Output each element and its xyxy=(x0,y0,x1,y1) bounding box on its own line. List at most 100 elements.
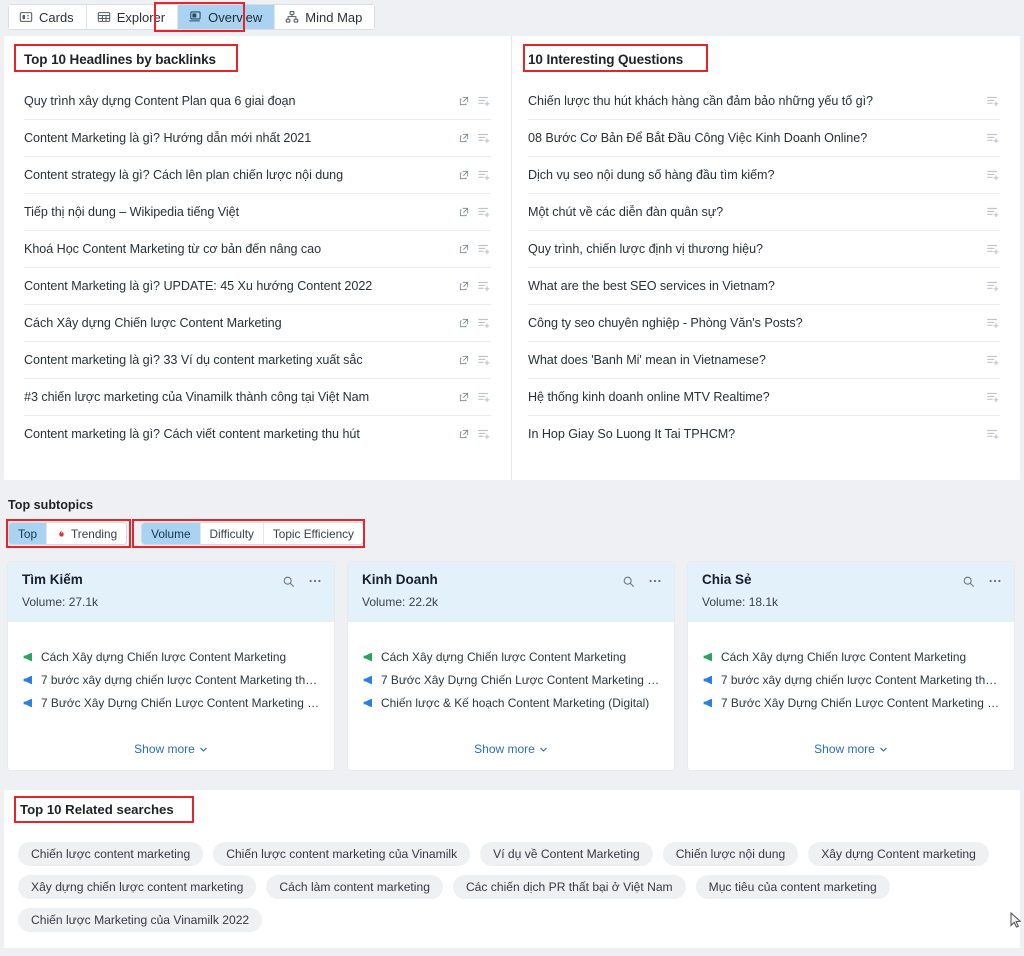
headline-link[interactable]: Quy trình xây dựng Content Plan qua 6 gi… xyxy=(24,94,454,108)
question-text[interactable]: Một chút về các diễn đàn quân sự? xyxy=(528,205,978,219)
headline-row[interactable]: Content marketing là gì? 33 Ví dụ conten… xyxy=(24,341,491,378)
search-icon[interactable] xyxy=(622,575,635,588)
keyword-item[interactable]: Cách Xây dựng Chiến lược Content Marketi… xyxy=(362,650,660,664)
add-to-list-icon[interactable] xyxy=(986,94,1000,108)
question-text[interactable]: In Hop Giay So Luong It Tai TPHCM? xyxy=(528,427,978,441)
add-to-list-icon[interactable] xyxy=(986,242,1000,256)
filter-topic-efficiency[interactable]: Topic Efficiency xyxy=(263,523,363,544)
question-row[interactable]: Chiến lược thu hút khách hàng cần đảm bả… xyxy=(528,82,1000,119)
related-search-chip[interactable]: Xây dựng chiến lược content marketing xyxy=(18,875,257,899)
related-search-chip[interactable]: Xây dựng Content marketing xyxy=(808,842,989,866)
question-row[interactable]: Quy trình, chiến lược định vị thương hiệ… xyxy=(528,230,1000,267)
question-text[interactable]: What are the best SEO services in Vietna… xyxy=(528,279,978,293)
show-more-button[interactable]: Show more xyxy=(362,742,660,770)
headline-link[interactable]: Khoá Học Content Marketing từ cơ bản đến… xyxy=(24,242,454,256)
add-to-list-icon[interactable] xyxy=(986,168,1000,182)
headline-link[interactable]: Cách Xây dựng Chiến lược Content Marketi… xyxy=(24,316,454,330)
question-row[interactable]: Một chút về các diễn đàn quân sự? xyxy=(528,193,1000,230)
question-row[interactable]: What are the best SEO services in Vietna… xyxy=(528,267,1000,304)
add-to-list-icon[interactable] xyxy=(986,316,1000,330)
filter-trending[interactable]: Trending xyxy=(47,523,127,544)
add-to-list-icon[interactable] xyxy=(986,205,1000,219)
filter-volume[interactable]: Volume xyxy=(142,523,201,544)
add-to-list-icon[interactable] xyxy=(477,94,491,108)
more-options-icon[interactable] xyxy=(648,574,662,588)
question-text[interactable]: 08 Bước Cơ Bản Để Bắt Đầu Công Việc Kinh… xyxy=(528,131,978,145)
add-to-list-icon[interactable] xyxy=(986,131,1000,145)
related-search-chip[interactable]: Chiến lược content marketing của Vinamil… xyxy=(213,842,471,866)
related-search-chip[interactable]: Chiến lược Marketing của Vinamilk 2022 xyxy=(18,908,263,932)
related-search-chip[interactable]: Ví dụ về Content Marketing xyxy=(480,842,653,866)
headline-row[interactable]: Content Marketing là gì? Hướng dẫn mới n… xyxy=(24,119,491,156)
headline-row[interactable]: Content strategy là gì? Cách lên plan ch… xyxy=(24,156,491,193)
keyword-item[interactable]: 7 Bước Xây Dựng Chiến Lược Content Marke… xyxy=(702,696,1000,710)
related-search-chip[interactable]: Các chiến dịch PR thất bại ở Việt Nam xyxy=(452,875,686,899)
filter-top[interactable]: Top xyxy=(9,523,48,544)
add-to-list-icon[interactable] xyxy=(986,427,1000,441)
tab-overview[interactable]: Overview xyxy=(178,5,276,29)
headline-link[interactable]: Content marketing là gì? 33 Ví dụ conten… xyxy=(24,353,454,367)
more-options-icon[interactable] xyxy=(988,574,1002,588)
add-to-list-icon[interactable] xyxy=(477,316,491,330)
add-to-list-icon[interactable] xyxy=(477,205,491,219)
headline-link[interactable]: Content marketing là gì? Cách viết conte… xyxy=(24,427,454,441)
headline-link[interactable]: Content strategy là gì? Cách lên plan ch… xyxy=(24,168,454,182)
headline-row[interactable]: Tiếp thị nội dung – Wikipedia tiếng Việt xyxy=(24,193,491,230)
add-to-list-icon[interactable] xyxy=(477,279,491,293)
related-search-chip[interactable]: Chiến lược content marketing xyxy=(18,842,204,866)
headline-row[interactable]: Content marketing là gì? Cách viết conte… xyxy=(24,415,491,452)
headline-row[interactable]: Content Marketing là gì? UPDATE: 45 Xu h… xyxy=(24,267,491,304)
search-icon[interactable] xyxy=(282,575,295,588)
headline-row[interactable]: Khoá Học Content Marketing từ cơ bản đến… xyxy=(24,230,491,267)
keyword-item[interactable]: Chiến lược & Kế hoạch Content Marketing … xyxy=(362,696,660,710)
headlines-column: Top 10 Headlines by backlinks Quy trình … xyxy=(4,36,511,452)
question-text[interactable]: Dịch vụ seo nội dung số hàng đầu tìm kiế… xyxy=(528,168,978,182)
keyword-item[interactable]: 7 bước xây dựng chiến lược Content Marke… xyxy=(702,673,1000,687)
filter-trending-label: Trending xyxy=(71,526,118,541)
keyword-item[interactable]: 7 bước xây dựng chiến lược Content Marke… xyxy=(22,673,320,687)
related-search-chip[interactable]: Chiến lược nội dung xyxy=(662,842,799,866)
add-to-list-icon[interactable] xyxy=(477,427,491,441)
headline-row[interactable]: #3 chiến lược marketing của Vinamilk thà… xyxy=(24,378,491,415)
keyword-item[interactable]: Cách Xây dựng Chiến lược Content Marketi… xyxy=(22,650,320,664)
question-text[interactable]: Công ty seo chuyên nghiệp - Phòng Văn's … xyxy=(528,316,978,330)
question-text[interactable]: What does 'Banh Mi' mean in Vietnamese? xyxy=(528,353,978,367)
question-row[interactable]: Dịch vụ seo nội dung số hàng đầu tìm kiế… xyxy=(528,156,1000,193)
show-more-button[interactable]: Show more xyxy=(702,742,1000,770)
question-row[interactable]: 08 Bước Cơ Bản Để Bắt Đầu Công Việc Kinh… xyxy=(528,119,1000,156)
add-to-list-icon[interactable] xyxy=(477,131,491,145)
add-to-list-icon[interactable] xyxy=(986,279,1000,293)
add-to-list-icon[interactable] xyxy=(477,353,491,367)
question-row[interactable]: Hệ thống kinh doanh online MTV Realtime? xyxy=(528,378,1000,415)
headline-link[interactable]: #3 chiến lược marketing của Vinamilk thà… xyxy=(24,390,454,404)
headline-row[interactable]: Cách Xây dựng Chiến lược Content Marketi… xyxy=(24,304,491,341)
more-options-icon[interactable] xyxy=(308,574,322,588)
tab-cards[interactable]: Cards xyxy=(9,5,87,29)
keyword-item[interactable]: 7 Bước Xây Dựng Chiến Lược Content Marke… xyxy=(362,673,660,687)
keyword-item[interactable]: Cách Xây dựng Chiến lược Content Marketi… xyxy=(702,650,1000,664)
search-icon[interactable] xyxy=(962,575,975,588)
keyword-item[interactable]: 7 Bước Xây Dựng Chiến Lược Content Marke… xyxy=(22,696,320,710)
headline-row[interactable]: Quy trình xây dựng Content Plan qua 6 gi… xyxy=(24,82,491,119)
add-to-list-icon[interactable] xyxy=(477,242,491,256)
add-to-list-icon[interactable] xyxy=(477,168,491,182)
show-more-button[interactable]: Show more xyxy=(22,742,320,770)
add-to-list-icon[interactable] xyxy=(986,353,1000,367)
tab-mind-map[interactable]: Mind Map xyxy=(275,5,375,29)
filter-topic-efficiency-label: Topic Efficiency xyxy=(272,526,354,541)
question-text[interactable]: Quy trình, chiến lược định vị thương hiệ… xyxy=(528,242,978,256)
tab-explorer[interactable]: Explorer xyxy=(86,5,179,29)
question-row[interactable]: What does 'Banh Mi' mean in Vietnamese? xyxy=(528,341,1000,378)
headline-link[interactable]: Content Marketing là gì? UPDATE: 45 Xu h… xyxy=(24,279,454,293)
question-row[interactable]: In Hop Giay So Luong It Tai TPHCM? xyxy=(528,415,1000,452)
add-to-list-icon[interactable] xyxy=(986,390,1000,404)
headline-link[interactable]: Content Marketing là gì? Hướng dẫn mới n… xyxy=(24,131,454,145)
add-to-list-icon[interactable] xyxy=(477,390,491,404)
filter-difficulty[interactable]: Difficulty xyxy=(200,523,264,544)
related-search-chip[interactable]: Cách làm content marketing xyxy=(266,875,443,899)
question-row[interactable]: Công ty seo chuyên nghiệp - Phòng Văn's … xyxy=(528,304,1000,341)
related-search-chip[interactable]: Mục tiêu của content marketing xyxy=(695,875,890,899)
question-text[interactable]: Chiến lược thu hút khách hàng cần đảm bả… xyxy=(528,94,978,108)
headline-link[interactable]: Tiếp thị nội dung – Wikipedia tiếng Việt xyxy=(24,205,454,219)
question-text[interactable]: Hệ thống kinh doanh online MTV Realtime? xyxy=(528,390,978,404)
